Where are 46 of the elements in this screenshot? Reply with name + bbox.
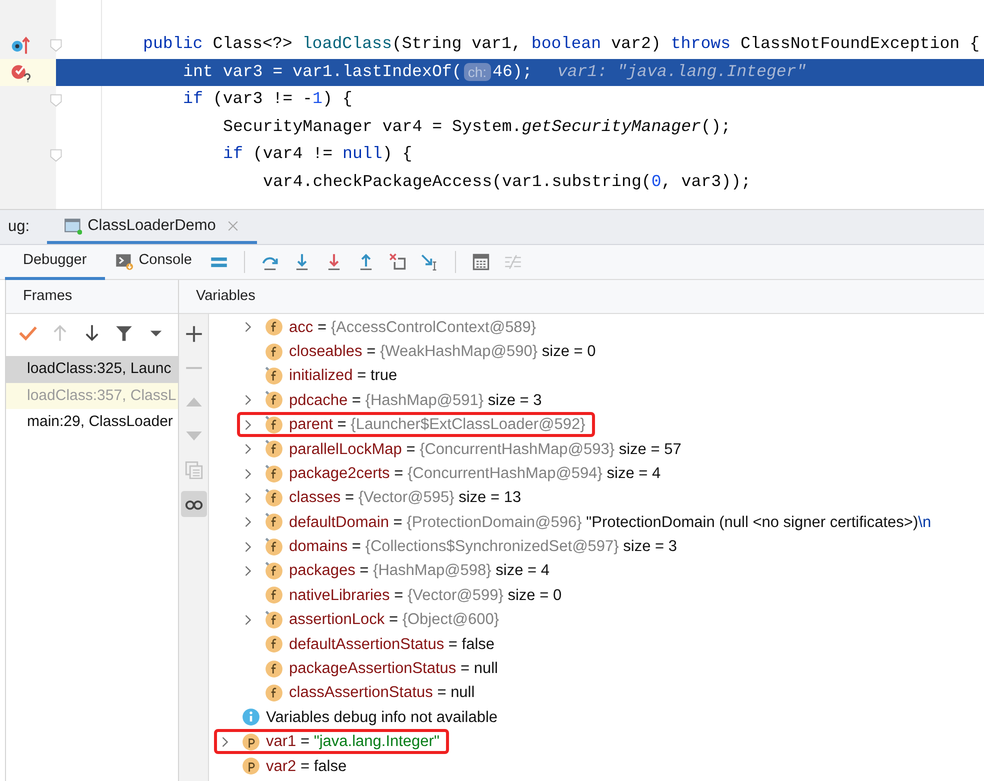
variable-entry[interactable]: classAssertionStatus = null	[289, 681, 475, 705]
tool-window-tab[interactable]: Console	[104, 244, 202, 280]
breakpoint-icon[interactable]	[10, 62, 32, 82]
debug-label: ug:	[7, 217, 30, 238]
variable-entry[interactable]: classes = {Vector@595} size = 13	[289, 486, 522, 510]
code-line: SecurityManager var4 = System.getSecurityManager();	[223, 118, 731, 136]
code-line: if (var4 != null) {	[223, 146, 412, 164]
glasses-button[interactable]	[180, 491, 206, 517]
variable-entry[interactable]: packageAssertionStatus = null	[289, 657, 498, 680]
variable-entry[interactable]: parent = {Launcher$ExtClassLoader@592}	[289, 413, 586, 436]
variable-entry[interactable]: defaultDomain = {ProtectionDomain@596} "ProtectionDomain (null <no signer certificates>)\n	[289, 510, 932, 534]
variable-entry[interactable]: acc = {AccessControlContext@589}	[289, 316, 536, 339]
variable-entry[interactable]: packages = {HashMap@598} size = 4	[289, 559, 550, 583]
cross-frame-icon[interactable]	[388, 253, 407, 271]
variable-entry[interactable]: initialized = true	[289, 364, 398, 388]
down-arrow-icon[interactable]	[83, 324, 101, 342]
variable-entry[interactable]: domains = {Collections$SynchronizedSet@597} size = 3	[289, 535, 678, 558]
fold-marker-icon[interactable]	[49, 147, 63, 163]
diagonal-arrow-icon[interactable]	[420, 253, 439, 271]
variable-entry[interactable]: assertionLock = {Object@600}	[289, 608, 500, 632]
fold-marker-icon[interactable]	[49, 37, 63, 53]
frame-item[interactable]: main:29, ClassLoader	[6, 409, 178, 436]
variable-entry[interactable]: package2certs = {ConcurrentHashMap@594} size = 4	[289, 462, 661, 486]
console-icon	[114, 252, 133, 270]
plus-icon[interactable]	[184, 325, 202, 343]
window-icon	[64, 217, 82, 235]
info-message: Variables debug info not available	[266, 708, 498, 728]
code-line: var4.checkPackageAccess(var1.substring(0, var3));	[263, 174, 751, 191]
variable-entry[interactable]: var2 = false	[266, 754, 347, 778]
variable-entry[interactable]: pdcache = {HashMap@591} size = 3	[289, 388, 542, 412]
override-icon[interactable]	[10, 34, 32, 55]
code-line: if (var3 != -1) {	[183, 91, 352, 108]
code-line: public Class<?> loadClass(String var1, boolean var2) throws ClassNotFoundException {	[143, 36, 980, 54]
variable-entry[interactable]: var1 = "java.lang.Integer"	[266, 730, 440, 754]
code-line: int var3 = var1.lastIndexOf( ch: 46); var1: "java.lang.Integer"	[183, 63, 806, 82]
variable-entry[interactable]: closeables = {WeakHashMap@590} size = 0	[289, 340, 596, 364]
check-icon[interactable]	[19, 324, 37, 342]
variable-entry[interactable]: parallelLockMap = {ConcurrentHashMap@593} size = 57	[289, 438, 682, 461]
fold-marker-icon[interactable]	[49, 92, 63, 108]
pane-title: Variables	[196, 286, 256, 306]
variable-entry[interactable]: nativeLibraries = {Vector@599} size = 0	[289, 584, 562, 608]
frame-item[interactable]: loadClass:325, Launc	[6, 356, 178, 382]
pane-title: Frames	[23, 286, 72, 306]
calculator-icon[interactable]	[472, 253, 490, 271]
filter-icon[interactable]	[115, 324, 133, 342]
variable-entry[interactable]: defaultAssertionStatus = false	[289, 632, 495, 656]
